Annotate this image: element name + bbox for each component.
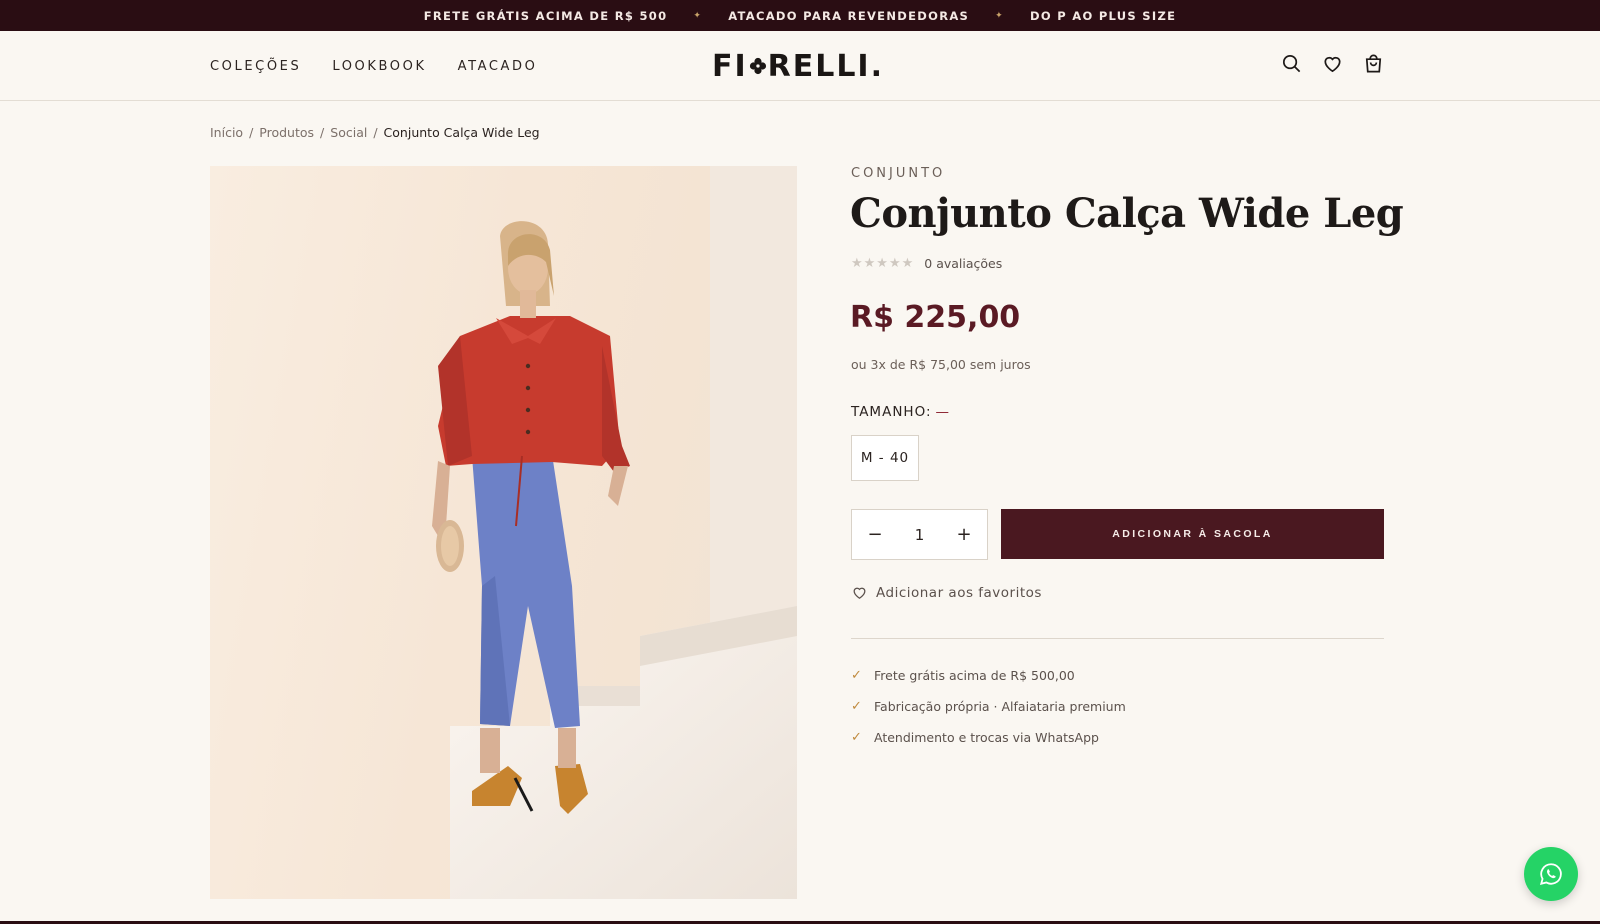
- quantity-stepper: − 1 +: [851, 509, 988, 560]
- add-to-favorites-label: Adicionar aos favoritos: [876, 584, 1042, 601]
- nav-link-collections[interactable]: COLEÇÕES: [210, 59, 301, 74]
- announcement-bar: FRETE GRÁTIS ACIMA DE R$ 500 ✦ ATACADO P…: [0, 0, 1600, 31]
- check-icon: ✓: [851, 668, 862, 683]
- main-nav: COLEÇÕES LOOKBOOK ATACADO: [210, 31, 538, 101]
- announcement-item-wholesale: ATACADO PARA REVENDEDORAS: [728, 8, 970, 23]
- product-rating[interactable]: ★★★★★ 0 avaliações: [851, 256, 1002, 271]
- rating-stars: ★★★★★: [851, 256, 915, 271]
- header-actions: [1280, 52, 1385, 75]
- breadcrumb: Início / Produtos / Social / Conjunto Calça Wi…: [210, 125, 540, 140]
- nav-link-lookbook[interactable]: LOOKBOOK: [332, 59, 426, 74]
- logo-text-right: RELLI.: [767, 48, 884, 84]
- size-option-m40[interactable]: M - 40: [851, 435, 919, 481]
- product-category: CONJUNTO: [851, 166, 946, 181]
- quantity-increase-button[interactable]: +: [941, 524, 987, 545]
- quantity-value[interactable]: 1: [898, 526, 941, 544]
- feature-item: ✓ Fabricação própria · Alfaiataria premiu…: [851, 691, 1126, 722]
- review-count: 0 avaliações: [924, 256, 1003, 271]
- add-to-favorites-link[interactable]: Adicionar aos favoritos: [851, 584, 1042, 601]
- breadcrumb-separator: /: [320, 125, 325, 140]
- product-title: Conjunto Calça Wide Leg: [850, 190, 1404, 237]
- logo-text-left: FI: [712, 48, 748, 84]
- bag-icon[interactable]: [1362, 52, 1385, 75]
- breadcrumb-social[interactable]: Social: [330, 125, 367, 140]
- whatsapp-icon: [1539, 863, 1562, 885]
- breadcrumb-home[interactable]: Início: [210, 125, 243, 140]
- feature-list: ✓ Frete grátis acima de R$ 500,00 ✓ Fabric…: [851, 660, 1126, 753]
- announcement-item-sizes: DO P AO PLUS SIZE: [1029, 8, 1177, 23]
- whatsapp-button[interactable]: [1524, 847, 1578, 901]
- announcement-separator: ✦: [693, 10, 703, 21]
- announcement-item-shipping: FRETE GRÁTIS ACIMA DE R$ 500: [423, 8, 668, 23]
- heart-outline-icon: [853, 587, 866, 599]
- search-icon[interactable]: [1280, 52, 1303, 75]
- announcement-separator: ✦: [995, 10, 1004, 21]
- feature-text: Atendimento e trocas via WhatsApp: [874, 730, 1099, 745]
- product-price: R$ 225,00: [850, 300, 1021, 335]
- breadcrumb-current: Conjunto Calça Wide Leg: [383, 125, 540, 140]
- product-photo-illustration: [432, 166, 797, 899]
- site-header: COLEÇÕES LOOKBOOK ATACADO FI RELLI.: [0, 31, 1600, 101]
- breadcrumb-separator: /: [249, 125, 254, 140]
- installments-text: ou 3x de R$ 75,00 sem juros: [851, 357, 1031, 372]
- feature-text: Fabricação própria · Alfaiataria premium: [874, 699, 1126, 714]
- flower-logo-icon: [749, 57, 766, 75]
- quantity-decrease-button[interactable]: −: [852, 524, 898, 545]
- product-image[interactable]: [210, 166, 797, 899]
- heart-icon[interactable]: [1321, 52, 1344, 75]
- check-icon: ✓: [851, 699, 862, 714]
- size-label-text: TAMANHO:: [851, 404, 932, 420]
- add-to-bag-button[interactable]: ADICIONAR À SACOLA: [1001, 509, 1384, 559]
- breadcrumb-separator: /: [373, 125, 378, 140]
- breadcrumb-products[interactable]: Produtos: [259, 125, 314, 140]
- feature-text: Frete grátis acima de R$ 500,00: [874, 668, 1075, 683]
- section-divider: [851, 638, 1384, 639]
- check-icon: ✓: [851, 730, 862, 745]
- nav-link-wholesale[interactable]: ATACADO: [458, 59, 538, 74]
- feature-item: ✓ Atendimento e trocas via WhatsApp: [851, 722, 1126, 753]
- selected-size-value: —: [935, 404, 951, 420]
- feature-item: ✓ Frete grátis acima de R$ 500,00: [851, 660, 1126, 691]
- brand-logo[interactable]: FI RELLI.: [712, 45, 884, 87]
- size-label: TAMANHO: —: [851, 404, 950, 420]
